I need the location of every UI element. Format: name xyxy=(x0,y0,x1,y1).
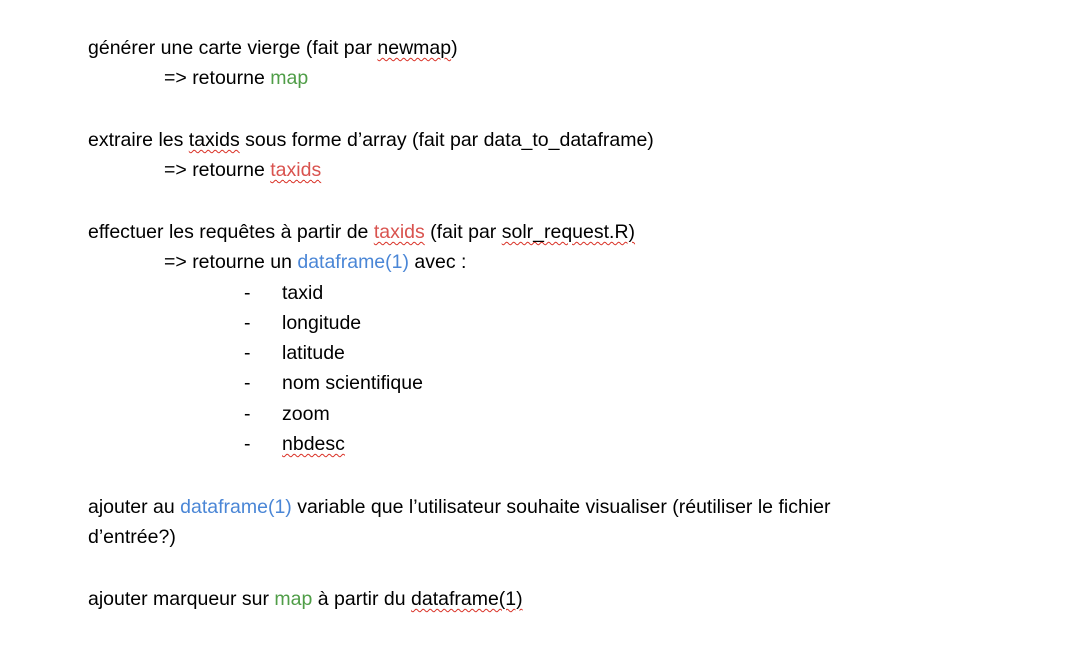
step5-df: dataframe(1) xyxy=(411,588,523,610)
step1-return-value: map xyxy=(270,67,309,89)
step1-return-prefix: => retourne xyxy=(164,67,271,89)
step4-line2: d’entrée?) xyxy=(88,525,176,549)
step5-prefix: ajouter marqueur sur xyxy=(88,588,275,610)
step2-taxids-word: taxids xyxy=(188,129,240,151)
bullet-dash: - xyxy=(244,342,251,364)
step3-func: solr_request.R) xyxy=(501,221,636,243)
step3-return-line: => retourne un dataframe(1) avec : xyxy=(164,250,466,274)
bullet-dash: - xyxy=(244,312,251,334)
step3-middle: (fait par xyxy=(424,221,502,243)
step2-return-value: taxids xyxy=(270,159,322,181)
step2-return-prefix: => retourne xyxy=(164,159,271,181)
step4-prefix: ajouter au xyxy=(88,496,181,518)
step1-prefix: générer une carte vierge (fait par xyxy=(88,37,378,59)
step3-return-value: dataframe(1) xyxy=(297,251,409,273)
step1-return-line: => retourne map xyxy=(164,66,308,90)
bullet-item-nbdesc: nbdesc xyxy=(282,433,345,455)
step3-taxids-word: taxids xyxy=(373,221,425,243)
step4-line2-text: d’entrée?) xyxy=(88,526,176,548)
step5-map: map xyxy=(274,588,313,610)
step2-line: extraire les taxids sous forme d’array (… xyxy=(88,128,654,152)
bullet-item-zoom: zoom xyxy=(282,403,330,425)
step4-line: ajouter au dataframe(1) variable que l’u… xyxy=(88,495,830,519)
step5-line: ajouter marqueur sur map à partir du dat… xyxy=(88,587,523,611)
step4-suffix: variable que l’utilisateur souhaite visu… xyxy=(291,496,831,518)
bullet-dash: - xyxy=(244,282,251,304)
step1-func: newmap xyxy=(377,37,452,59)
document-page: générer une carte vierge (fait par newma… xyxy=(0,0,1079,670)
step3-line: effectuer les requêtes à partir de taxid… xyxy=(88,220,635,244)
bullet-dash: - xyxy=(244,372,251,394)
step1-suffix: ) xyxy=(451,37,458,59)
step4-df: dataframe(1) xyxy=(180,496,292,518)
bullet-item-latitude: latitude xyxy=(282,342,345,364)
step2-prefix: extraire les xyxy=(88,129,189,151)
step2-return-line: => retourne taxids xyxy=(164,158,321,182)
bullet-item-longitude: longitude xyxy=(282,312,362,334)
step3-prefix: effectuer les requêtes à partir de xyxy=(88,221,374,243)
step3-return-suffix: avec : xyxy=(409,251,467,273)
bullet-dash: - xyxy=(244,433,251,455)
step1-line: générer une carte vierge (fait par newma… xyxy=(88,36,458,60)
bullet-dash: - xyxy=(244,403,251,425)
bullet-item-nom-scientifique: nom scientifique xyxy=(282,372,423,394)
step3-return-prefix: => retourne un xyxy=(164,251,298,273)
step2-suffix: sous forme d’array (fait par data_to_dat… xyxy=(239,129,654,151)
bullet-item-taxid: taxid xyxy=(282,282,324,304)
step5-middle: à partir du xyxy=(312,588,411,610)
